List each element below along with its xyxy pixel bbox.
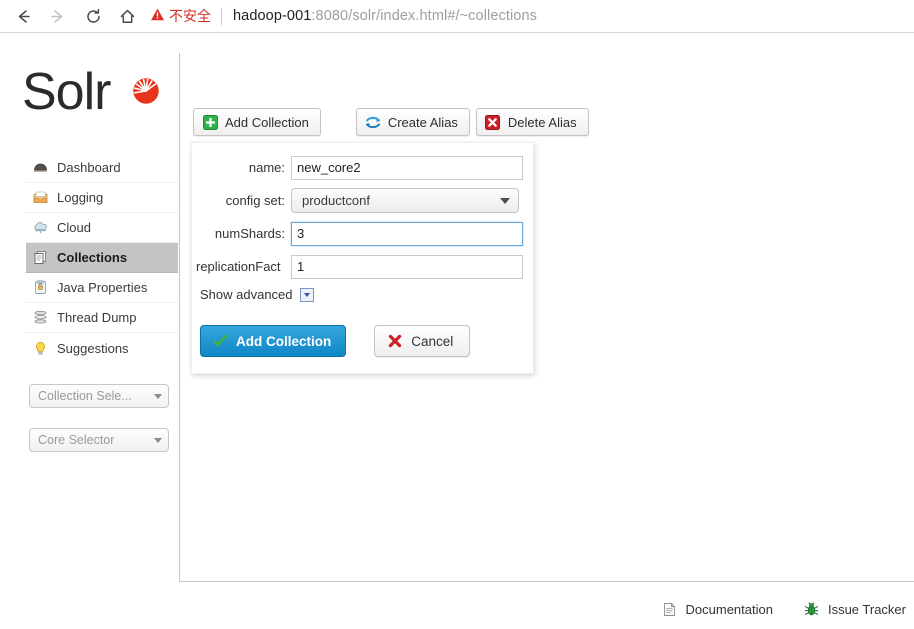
expand-toggle-icon[interactable] [299, 287, 314, 302]
delete-alias-button-label: Delete Alias [507, 114, 577, 130]
show-advanced-label: Show advanced [200, 287, 293, 302]
collection-selector-label: Collection Sele... [38, 389, 132, 403]
cancel-red-x-icon [386, 333, 403, 350]
chevron-down-icon [303, 292, 310, 297]
sidebar-item-cloud[interactable]: Cloud [26, 213, 178, 243]
submit-add-collection-button[interactable]: Add Collection [200, 325, 347, 357]
add-collection-button-label: Add Collection [225, 114, 309, 130]
arrow-right-icon [48, 7, 67, 26]
num-shards-input[interactable] [291, 221, 523, 246]
add-collection-form: name: config set: productconf numShards:… [191, 142, 534, 374]
solr-admin-app: Solr Dashboard Logging Cloud Collections… [0, 33, 914, 617]
chevron-down-icon [154, 393, 162, 399]
replication-factor-input[interactable] [291, 254, 523, 279]
config-set-label: config set: [225, 193, 285, 208]
sidebar-item-java-properties[interactable]: Java Properties [26, 273, 178, 303]
cancel-button-label: Cancel [411, 333, 454, 349]
documentation-link[interactable]: Documentation [661, 601, 773, 618]
sidebar-item-label: Collections [57, 250, 128, 265]
num-shards-label: numShards: [214, 226, 285, 241]
sidebar-item-suggestions[interactable]: Suggestions [26, 333, 178, 363]
home-button[interactable] [112, 1, 142, 31]
delete-alias-button[interactable]: Delete Alias [475, 108, 589, 136]
dashboard-icon [32, 159, 49, 176]
collections-content-panel: Add Collection Create Alias Delete Alias… [179, 53, 914, 582]
svg-text:Solr: Solr [22, 63, 111, 121]
logging-icon [32, 189, 49, 206]
sidebar-item-label: Suggestions [57, 340, 129, 356]
form-row-replication-factor: replicationFact [192, 254, 535, 279]
warning-triangle-icon [150, 7, 165, 25]
replication-factor-label: replicationFact [196, 259, 281, 274]
core-selector-label: Core Selector [38, 433, 115, 447]
collections-toolbar: Add Collection Create Alias Delete Alias [193, 108, 589, 136]
sidebar-item-label: Logging [57, 190, 104, 205]
url-path: :8080/solr/index.html#/~collections [311, 8, 537, 24]
chevron-down-icon [154, 437, 162, 443]
solr-logo[interactable]: Solr [22, 55, 167, 127]
suggestions-lightbulb-icon [32, 340, 49, 357]
add-collection-button[interactable]: Add Collection [193, 108, 321, 136]
sidebar-item-thread-dump[interactable]: Thread Dump [26, 303, 178, 333]
core-selector[interactable]: Core Selector [29, 428, 169, 452]
name-label: name: [248, 160, 285, 175]
sidebar-item-label: Dashboard [57, 160, 121, 175]
url-separator [221, 7, 222, 25]
back-button[interactable] [8, 1, 38, 31]
forward-button[interactable] [42, 1, 72, 31]
sidebar-item-label: Thread Dump [57, 310, 137, 325]
sidebar-menu: Dashboard Logging Cloud Collections Java… [26, 153, 178, 363]
issue-tracker-link[interactable]: Issue Tracker [803, 601, 906, 618]
create-alias-button[interactable]: Create Alias [355, 108, 470, 136]
app-footer: Documentation Issue Tracker [179, 589, 914, 629]
address-bar[interactable]: hadoop-001:8080/solr/index.html#/~collec… [233, 8, 537, 24]
sidebar-item-dashboard[interactable]: Dashboard [26, 153, 178, 183]
check-green-icon [211, 333, 228, 350]
create-alias-button-label: Create Alias [387, 114, 458, 130]
alias-arrows-icon [365, 114, 381, 130]
config-set-value: productconf [302, 193, 370, 208]
arrow-left-icon [14, 7, 33, 26]
issue-tracker-link-label: Issue Tracker [827, 601, 906, 617]
thread-dump-icon [32, 309, 49, 326]
collection-selector[interactable]: Collection Sele... [29, 384, 169, 408]
cloud-icon [32, 219, 49, 236]
url-host: hadoop-001 [233, 8, 312, 24]
site-security-badge[interactable]: 不安全 [150, 6, 211, 26]
reload-icon [84, 7, 103, 26]
reload-button[interactable] [78, 1, 108, 31]
documentation-link-label: Documentation [685, 601, 773, 617]
sidebar: Solr Dashboard Logging Cloud Collections… [0, 33, 179, 562]
form-actions: Add Collection Cancel [200, 325, 471, 357]
plus-green-icon [202, 114, 218, 130]
document-icon [661, 601, 678, 618]
sidebar-item-logging[interactable]: Logging [26, 183, 178, 213]
form-row-num-shards: numShards: [192, 221, 535, 246]
config-set-select[interactable]: productconf [291, 188, 519, 213]
browser-toolbar: 不安全 hadoop-001:8080/solr/index.html#/~co… [0, 0, 914, 33]
sidebar-item-label: Java Properties [57, 280, 148, 295]
sidebar-item-label: Cloud [57, 220, 91, 235]
sidebar-item-collections[interactable]: Collections [26, 243, 178, 273]
bug-green-icon [803, 601, 820, 618]
form-row-config-set: config set: productconf [192, 188, 535, 213]
security-status-label: 不安全 [169, 9, 211, 25]
submit-add-collection-label: Add Collection [236, 333, 332, 349]
home-icon [118, 7, 137, 26]
chevron-down-icon [500, 197, 510, 204]
name-input[interactable] [291, 155, 523, 180]
delete-red-x-icon [485, 114, 501, 130]
collections-icon [32, 249, 49, 266]
java-properties-icon [32, 279, 49, 296]
show-advanced-toggle-row[interactable]: Show advanced [200, 287, 314, 302]
form-row-name: name: [192, 155, 535, 180]
cancel-button[interactable]: Cancel [374, 325, 471, 357]
